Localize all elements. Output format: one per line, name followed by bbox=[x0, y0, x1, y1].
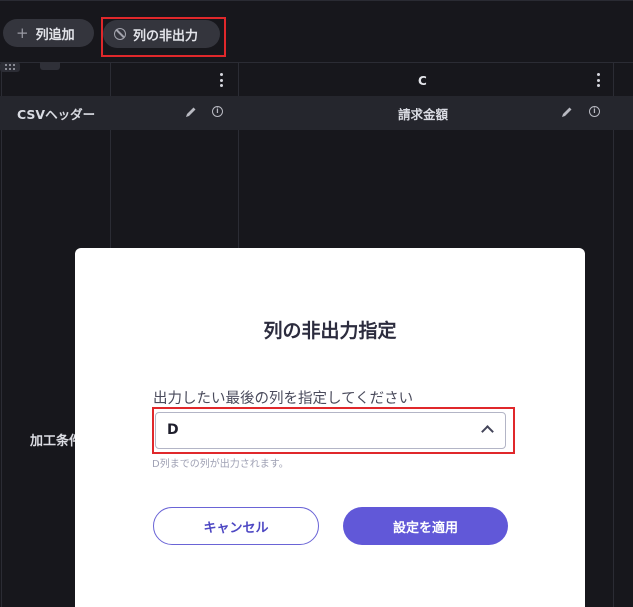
header-row: CSVヘッダー i 請求金額 i bbox=[0, 96, 633, 130]
hide-column-dialog: 列の非出力指定 出力したい最後の列を指定してください D D列までの列が出力され… bbox=[75, 248, 585, 607]
column-menu-kebab-icon[interactable] bbox=[220, 73, 224, 88]
add-column-label: 列追加 bbox=[35, 27, 75, 43]
select-highlight bbox=[152, 407, 515, 454]
column-menu-kebab-icon[interactable] bbox=[597, 73, 601, 88]
pencil-icon[interactable] bbox=[184, 105, 198, 119]
grid-top-line bbox=[0, 62, 633, 63]
info-icon[interactable]: i bbox=[212, 106, 223, 117]
toolbar: + 列追加 列の非出力 bbox=[0, 0, 633, 62]
cancel-button[interactable]: キャンセル bbox=[153, 507, 319, 545]
header-cell-csv: CSVヘッダー bbox=[17, 106, 96, 122]
grid-divider bbox=[613, 62, 614, 607]
plus-icon: + bbox=[16, 24, 29, 42]
helper-text: D列までの列が出力されます。 bbox=[152, 459, 289, 470]
grid-divider bbox=[1, 62, 2, 607]
info-icon[interactable]: i bbox=[589, 106, 600, 117]
column-drag-handle[interactable] bbox=[40, 62, 60, 70]
hide-column-highlight bbox=[101, 17, 226, 57]
last-column-label: 出力したい最後の列を指定してください bbox=[153, 391, 414, 407]
column-letter: C bbox=[418, 74, 427, 88]
column-c-drag-handle[interactable] bbox=[0, 62, 20, 72]
apply-button[interactable]: 設定を適用 bbox=[343, 507, 508, 545]
pencil-icon[interactable] bbox=[560, 105, 574, 119]
dialog-title: 列の非出力指定 bbox=[263, 320, 397, 342]
header-cell-amount: 請求金額 bbox=[398, 106, 449, 122]
add-column-button[interactable]: + 列追加 bbox=[3, 19, 94, 47]
